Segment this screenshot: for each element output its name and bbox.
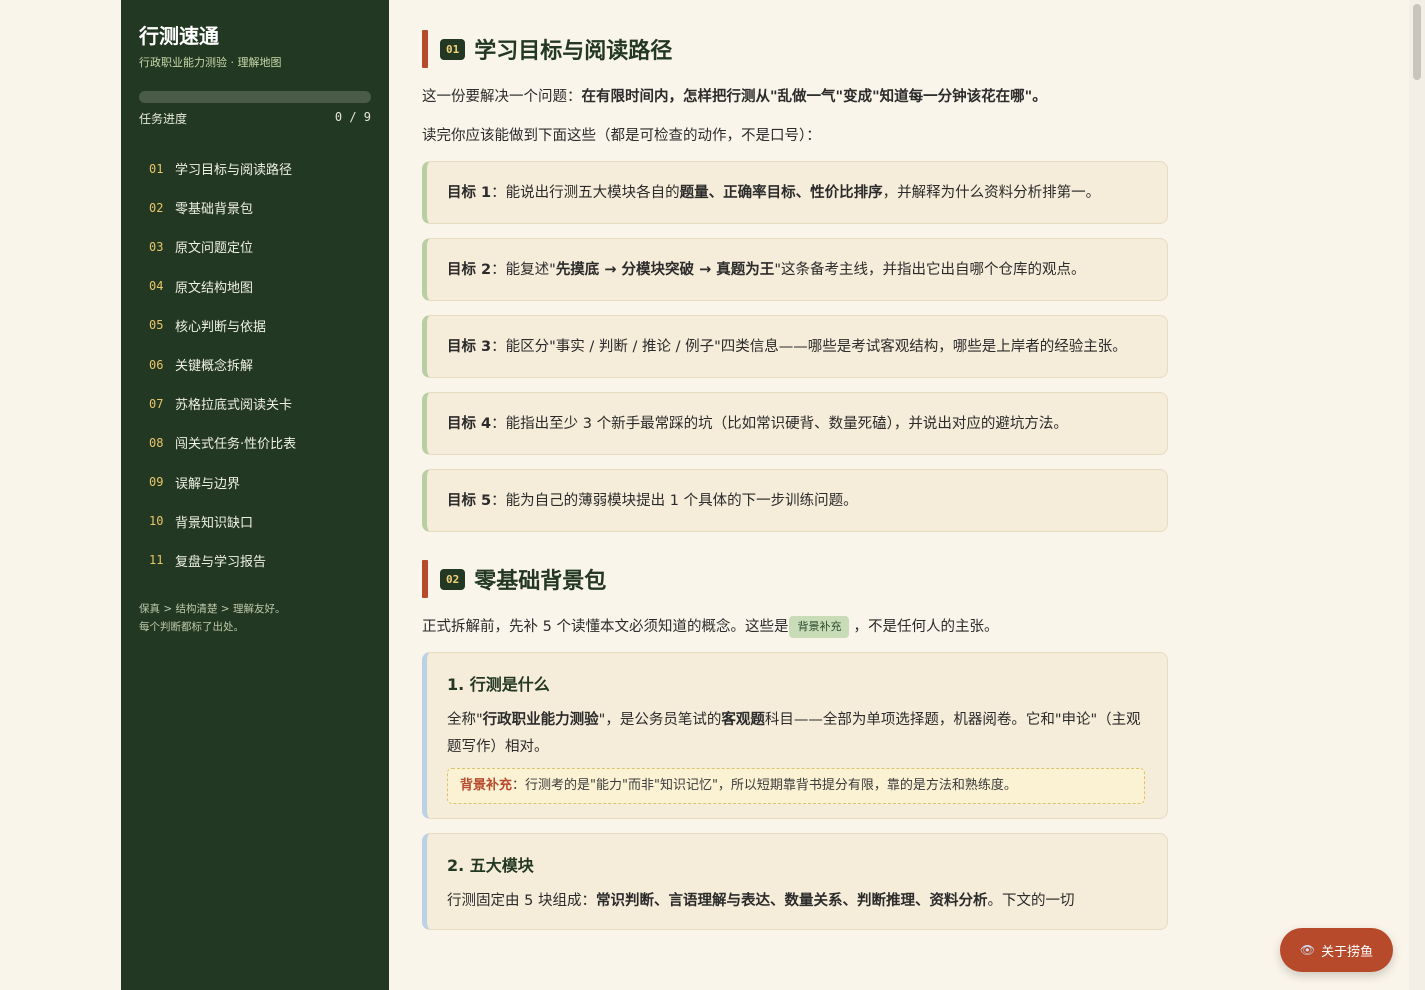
app-title: 行测速通 bbox=[139, 24, 219, 48]
section-heading-02: 02 零基础背景包 bbox=[422, 560, 1168, 598]
sidebar-note-line-2: 每个判断都标了出处。 bbox=[139, 621, 244, 634]
sidebar-item-number: 11 bbox=[149, 553, 164, 568]
sidebar-item-number: 03 bbox=[149, 239, 164, 254]
concept-emphasis: 行政职业能力测验 bbox=[482, 712, 599, 728]
sidebar-item-11[interactable]: 11 复盘与学习报告 bbox=[139, 541, 371, 580]
note-text: ：行测考的是"能力"而非"知识记忆"，所以短期靠背书提分有限，靠的是方法和熟练度… bbox=[512, 778, 1017, 793]
concept-text: 全称" bbox=[447, 712, 483, 728]
sidebar-item-number: 05 bbox=[149, 318, 164, 333]
section-badge: 02 bbox=[440, 568, 466, 590]
sidebar-item-number: 08 bbox=[149, 435, 164, 450]
goal-text: ，并解释为什么资料分析排第一。 bbox=[882, 185, 1101, 201]
about-button-label: 关于捞鱼 bbox=[1321, 944, 1374, 960]
concept-body: 全称"行政职业能力测验"，是公务员笔试的客观题科目——全部为单项选择题，机器阅卷… bbox=[447, 707, 1145, 761]
concept-title: 2. 五大模块 bbox=[447, 856, 534, 875]
section-badge: 01 bbox=[440, 38, 466, 60]
concept-card-1: 1. 行测是什么 全称"行政职业能力测验"，是公务员笔试的客观题科目——全部为单… bbox=[422, 652, 1168, 819]
section-title: 学习目标与阅读路径 bbox=[474, 39, 673, 64]
sidebar-item-label: 误解与边界 bbox=[175, 476, 241, 492]
concept-emphasis: 客观题 bbox=[721, 712, 765, 728]
sidebar-item-02[interactable]: 02 零基础背景包 bbox=[139, 188, 371, 227]
goal-text: ：能复述" bbox=[491, 262, 556, 278]
intro-emphasis: 在有限时间内，怎样把行测从"乱做一气"变成"知道每一分钟该花在哪"。 bbox=[581, 89, 1047, 105]
sidebar-item-number: 09 bbox=[149, 475, 164, 490]
goal-card-2: 目标 2：能复述"先摸底 → 分模块突破 → 真题为王"这条备考主线，并指出它出… bbox=[422, 238, 1168, 301]
sidebar: 行测速通 行政职业能力测验 · 理解地图 任务进度 0 / 9 01 学习目标与阅… bbox=[121, 0, 389, 990]
concept-body: 行测固定由 5 块组成：常识判断、言语理解与表达、数量关系、判断推理、资料分析。… bbox=[447, 888, 1145, 915]
concept-text: "，是公务员笔试的 bbox=[598, 712, 722, 728]
sidebar-item-number: 10 bbox=[149, 514, 164, 529]
goal-label: 目标 2 bbox=[447, 262, 492, 278]
sidebar-item-03[interactable]: 03 原文问题定位 bbox=[139, 227, 371, 266]
goal-card-5: 目标 5：能为自己的薄弱模块提出 1 个具体的下一步训练问题。 bbox=[422, 469, 1168, 532]
about-button[interactable]: 👁 关于捞鱼 bbox=[1280, 928, 1393, 972]
progress-row: 任务进度 0 / 9 bbox=[139, 110, 371, 127]
sidebar-item-09[interactable]: 09 误解与边界 bbox=[139, 463, 371, 502]
section-intro-2: 读完你应该能做到下面这些（都是可检查的动作，不是口号）： bbox=[422, 128, 821, 144]
goal-card-1: 目标 1：能说出行测五大模块各自的题量、正确率目标、性价比排序，并解释为什么资料… bbox=[422, 161, 1168, 224]
concept-card-2: 2. 五大模块 行测固定由 5 块组成：常识判断、言语理解与表达、数量关系、判断… bbox=[422, 833, 1168, 930]
section-intro: 正式拆解前，先补 5 个读懂本文必须知道的概念。这些是 背景补充 ，不是任何人的主张… bbox=[422, 616, 1168, 638]
progress-label: 任务进度 bbox=[139, 112, 188, 126]
progress-count: 0 / 9 bbox=[334, 110, 371, 124]
sidebar-item-05[interactable]: 05 核心判断与依据 bbox=[139, 306, 371, 345]
sidebar-item-label: 苏格拉底式阅读关卡 bbox=[175, 398, 293, 414]
sidebar-item-number: 04 bbox=[149, 279, 164, 294]
sidebar-item-number: 02 bbox=[149, 200, 164, 215]
section-title: 零基础背景包 bbox=[474, 569, 607, 594]
sidebar-item-label: 复盘与学习报告 bbox=[175, 554, 267, 570]
goal-text: "这条备考主线，并指出它出自哪个仓库的观点。 bbox=[774, 262, 1086, 278]
sidebar-item-06[interactable]: 06 关键概念拆解 bbox=[139, 345, 371, 384]
goal-text: ：能区分"事实 / 判断 / 推论 / 例子"四类信息——哪些是考试客观结构，哪… bbox=[491, 339, 1127, 355]
goal-card-4: 目标 4：能指出至少 3 个新手最常踩的坑（比如常识硬背、数量死磕），并说出对应… bbox=[422, 392, 1168, 455]
sidebar-item-08[interactable]: 08 闯关式任务·性价比表 bbox=[139, 423, 371, 462]
sidebar-item-number: 07 bbox=[149, 396, 164, 411]
goal-label: 目标 4 bbox=[447, 416, 492, 432]
background-tag: 背景补充 bbox=[789, 616, 850, 638]
sidebar-item-label: 零基础背景包 bbox=[175, 202, 254, 218]
progress-bar bbox=[139, 91, 371, 103]
sidebar-item-07[interactable]: 07 苏格拉底式阅读关卡 bbox=[139, 384, 371, 423]
app-subtitle: 行政职业能力测验 · 理解地图 bbox=[139, 56, 282, 69]
goal-text: ：能说出行测五大模块各自的 bbox=[491, 185, 680, 201]
goal-emphasis: 题量、正确率目标、性价比排序 bbox=[679, 185, 883, 201]
goal-text: ：能指出至少 3 个新手最常踩的坑（比如常识硬背、数量死磕），并说出对应的避坑方… bbox=[491, 416, 1068, 432]
concept-emphasis: 常识判断、言语理解与表达、数量关系、判断推理、资料分析 bbox=[595, 893, 988, 909]
main-content: 01 学习目标与阅读路径 这一份要解决一个问题：在有限时间内，怎样把行测从"乱做… bbox=[422, 30, 1168, 944]
goal-label: 目标 3 bbox=[447, 339, 492, 355]
concept-text: 行测固定由 5 块组成： bbox=[447, 893, 596, 909]
sidebar-item-label: 原文结构地图 bbox=[175, 280, 254, 296]
goal-emphasis: 先摸底 → 分模块突破 → 真题为王 bbox=[555, 262, 775, 278]
sidebar-item-label: 闯关式任务·性价比表 bbox=[175, 437, 297, 453]
sidebar-item-04[interactable]: 04 原文结构地图 bbox=[139, 267, 371, 306]
goal-card-3: 目标 3：能区分"事实 / 判断 / 推论 / 例子"四类信息——哪些是考试客观… bbox=[422, 315, 1168, 378]
concept-text: 。下文的一切 bbox=[987, 893, 1075, 909]
sidebar-item-10[interactable]: 10 背景知识缺口 bbox=[139, 502, 371, 541]
sidebar-nav: 01 学习目标与阅读路径 02 零基础背景包 03 原文问题定位 04 原文结构地图 05 核心判… bbox=[139, 149, 371, 580]
note-label: 背景补充 bbox=[460, 778, 513, 793]
scrollbar-thumb[interactable] bbox=[1413, 4, 1421, 80]
intro-text: ，不是任何人的主张。 bbox=[853, 619, 999, 635]
sidebar-item-label: 背景知识缺口 bbox=[175, 515, 254, 531]
sidebar-item-number: 06 bbox=[149, 357, 164, 372]
goal-text: ：能为自己的薄弱模块提出 1 个具体的下一步训练问题。 bbox=[491, 493, 858, 509]
section-intro: 这一份要解决一个问题：在有限时间内，怎样把行测从"乱做一气"变成"知道每一分钟该… bbox=[422, 86, 1168, 108]
intro-text: 正式拆解前，先补 5 个读懂本文必须知道的概念。这些是 bbox=[422, 619, 789, 635]
sidebar-item-01[interactable]: 01 学习目标与阅读路径 bbox=[139, 149, 371, 188]
intro-text: 这一份要解决一个问题： bbox=[422, 89, 582, 105]
sidebar-note: 保真 > 结构清楚 > 理解友好。 每个判断都标了出处。 bbox=[139, 600, 371, 636]
sidebar-item-label: 原文问题定位 bbox=[175, 241, 254, 257]
sidebar-item-label: 核心判断与依据 bbox=[175, 319, 267, 335]
sidebar-item-label: 关键概念拆解 bbox=[175, 359, 254, 375]
goal-label: 目标 5 bbox=[447, 493, 492, 509]
sidebar-note-line-1: 保真 > 结构清楚 > 理解友好。 bbox=[139, 603, 286, 616]
background-note: 背景补充：行测考的是"能力"而非"知识记忆"，所以短期靠背书提分有限，靠的是方法… bbox=[447, 768, 1145, 804]
section-heading-01: 01 学习目标与阅读路径 bbox=[422, 30, 1168, 68]
goal-label: 目标 1 bbox=[447, 185, 492, 201]
scrollbar[interactable] bbox=[1409, 0, 1425, 990]
eye-icon: 👁 bbox=[1299, 943, 1316, 957]
concept-title: 1. 行测是什么 bbox=[447, 675, 550, 694]
sidebar-item-number: 01 bbox=[149, 161, 164, 176]
sidebar-item-label: 学习目标与阅读路径 bbox=[175, 163, 293, 179]
